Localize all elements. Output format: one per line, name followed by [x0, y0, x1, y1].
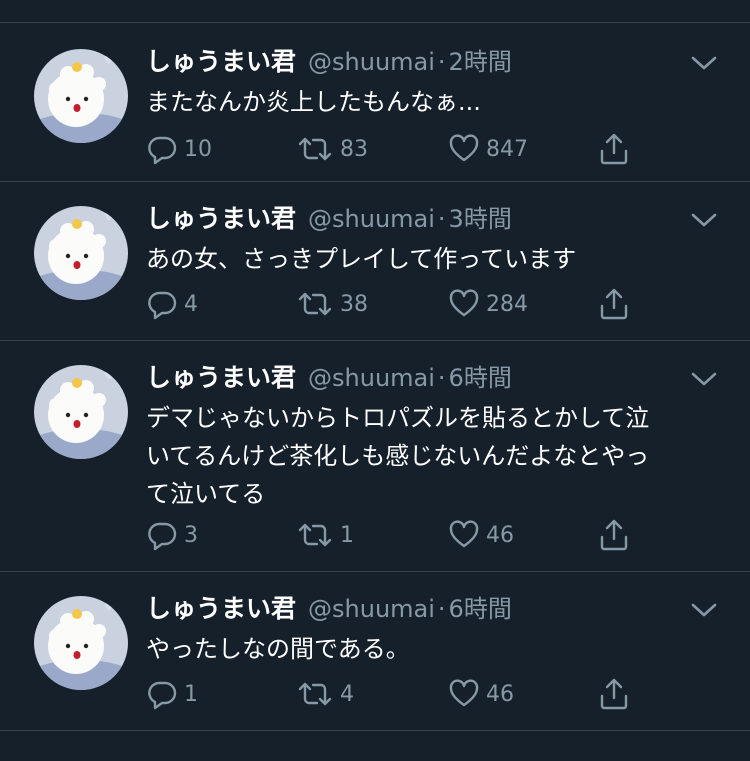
top-divider — [0, 0, 750, 23]
retweet-icon — [298, 523, 332, 547]
tweet-text: あの女、さっきプレイして作っています — [146, 240, 720, 278]
tweet-text-line: やったしなの間である。 — [146, 635, 410, 663]
retweet-count: 38 — [340, 291, 368, 317]
timestamp[interactable]: 2時間 — [449, 43, 512, 81]
like-button[interactable]: 46 — [448, 674, 514, 714]
tweet-actions: 4 38 284 — [146, 284, 646, 324]
tweet-item[interactable]: しゅうまい君 @shuumai · 3時間 あの女、さっきプレイして作っています… — [0, 182, 750, 341]
separator-dot: · — [437, 595, 446, 623]
retweet-icon — [298, 292, 332, 316]
retweet-button[interactable]: 83 — [296, 129, 368, 169]
avatar[interactable] — [34, 49, 128, 143]
share-icon — [600, 133, 628, 165]
reply-count: 10 — [184, 136, 212, 162]
reply-button[interactable]: 4 — [146, 284, 198, 324]
retweet-count: 83 — [340, 136, 368, 162]
share-button[interactable] — [598, 515, 630, 555]
display-name[interactable]: しゅうまい君 — [146, 359, 296, 397]
tweet-actions: 3 1 46 — [146, 515, 646, 555]
like-button[interactable]: 46 — [448, 515, 514, 555]
reply-button[interactable]: 10 — [146, 129, 212, 169]
tweet-text: またなんか炎上したもんなぁ... — [146, 83, 720, 121]
display-name[interactable]: しゅうまい君 — [146, 590, 296, 628]
tweet-item[interactable]: しゅうまい君 @shuumai · 6時間 やったしなの間である。 1 4 46 — [0, 572, 750, 731]
tweet-actions: 1 4 46 — [146, 674, 646, 714]
reply-count: 1 — [184, 681, 198, 707]
share-button[interactable] — [598, 284, 630, 324]
like-count: 847 — [486, 136, 528, 162]
share-button[interactable] — [598, 129, 630, 169]
tweet-text: やったしなの間である。 — [146, 630, 720, 668]
like-count: 46 — [486, 522, 514, 548]
retweet-count: 4 — [340, 681, 354, 707]
separator-dot: · — [437, 364, 446, 392]
retweet-button[interactable]: 4 — [296, 674, 354, 714]
user-handle[interactable]: @shuumai — [308, 43, 435, 81]
tweet-item[interactable]: しゅうまい君 @shuumai · 6時間 デマじゃないからトロパズルを貼るとか… — [0, 341, 750, 572]
like-button[interactable]: 284 — [448, 284, 528, 324]
reply-count: 3 — [184, 522, 198, 548]
tweet-text-line: あの女、さっきプレイして作っています — [146, 245, 577, 273]
separator-dot: · — [437, 48, 446, 76]
chevron-down-icon[interactable] — [688, 598, 720, 622]
chevron-down-icon[interactable] — [688, 367, 720, 391]
like-count: 46 — [486, 681, 514, 707]
user-handle[interactable]: @shuumai — [308, 359, 435, 397]
tweet-header: しゅうまい君 @shuumai · 6時間 — [146, 590, 720, 628]
timestamp[interactable]: 6時間 — [449, 359, 512, 397]
reply-button[interactable]: 3 — [146, 515, 198, 555]
timestamp[interactable]: 6時間 — [449, 590, 512, 628]
avatar[interactable] — [34, 596, 128, 690]
share-icon — [600, 288, 628, 320]
like-button[interactable]: 847 — [448, 129, 528, 169]
tweet-text: デマじゃないからトロパズルを貼るとかして泣 いてるんけど茶化しも感じないんだよな… — [146, 399, 720, 513]
reply-icon — [148, 522, 177, 551]
share-icon — [600, 519, 628, 551]
tweet-header: しゅうまい君 @shuumai · 2時間 — [146, 43, 720, 81]
heart-icon — [449, 289, 479, 317]
tweet-text-line: デマじゃないからトロパズルを貼るとかして泣 — [146, 404, 650, 432]
retweet-button[interactable]: 1 — [296, 515, 354, 555]
user-handle[interactable]: @shuumai — [308, 200, 435, 238]
heart-icon — [449, 520, 479, 548]
share-icon — [600, 678, 628, 710]
share-button[interactable] — [598, 674, 630, 714]
display-name[interactable]: しゅうまい君 — [146, 200, 296, 238]
tweet-text-line: またなんか炎上したもんなぁ... — [146, 88, 481, 116]
heart-icon — [449, 134, 479, 162]
tweet-header: しゅうまい君 @shuumai · 6時間 — [146, 359, 720, 397]
timestamp[interactable]: 3時間 — [449, 200, 512, 238]
retweet-icon — [298, 682, 332, 706]
chevron-down-icon[interactable] — [688, 51, 720, 75]
chevron-down-icon[interactable] — [688, 208, 720, 232]
tweet-actions: 10 83 847 — [146, 129, 646, 169]
reply-icon — [148, 681, 177, 710]
heart-icon — [449, 679, 479, 707]
tweet-text-line: て泣いてる — [146, 480, 266, 508]
reply-icon — [148, 136, 177, 165]
like-count: 284 — [486, 291, 528, 317]
reply-button[interactable]: 1 — [146, 674, 198, 714]
avatar[interactable] — [34, 206, 128, 300]
reply-icon — [148, 291, 177, 320]
retweet-button[interactable]: 38 — [296, 284, 368, 324]
separator-dot: · — [437, 205, 446, 233]
avatar[interactable] — [34, 365, 128, 459]
tweet-text-line: いてるんけど茶化しも感じないんだよなとやっ — [146, 442, 650, 470]
user-handle[interactable]: @shuumai — [308, 590, 435, 628]
reply-count: 4 — [184, 291, 198, 317]
tweet-header: しゅうまい君 @shuumai · 3時間 — [146, 200, 720, 238]
display-name[interactable]: しゅうまい君 — [146, 43, 296, 81]
tweet-item[interactable]: しゅうまい君 @shuumai · 2時間 またなんか炎上したもんなぁ... 1… — [0, 23, 750, 182]
retweet-count: 1 — [340, 522, 354, 548]
retweet-icon — [298, 137, 332, 161]
